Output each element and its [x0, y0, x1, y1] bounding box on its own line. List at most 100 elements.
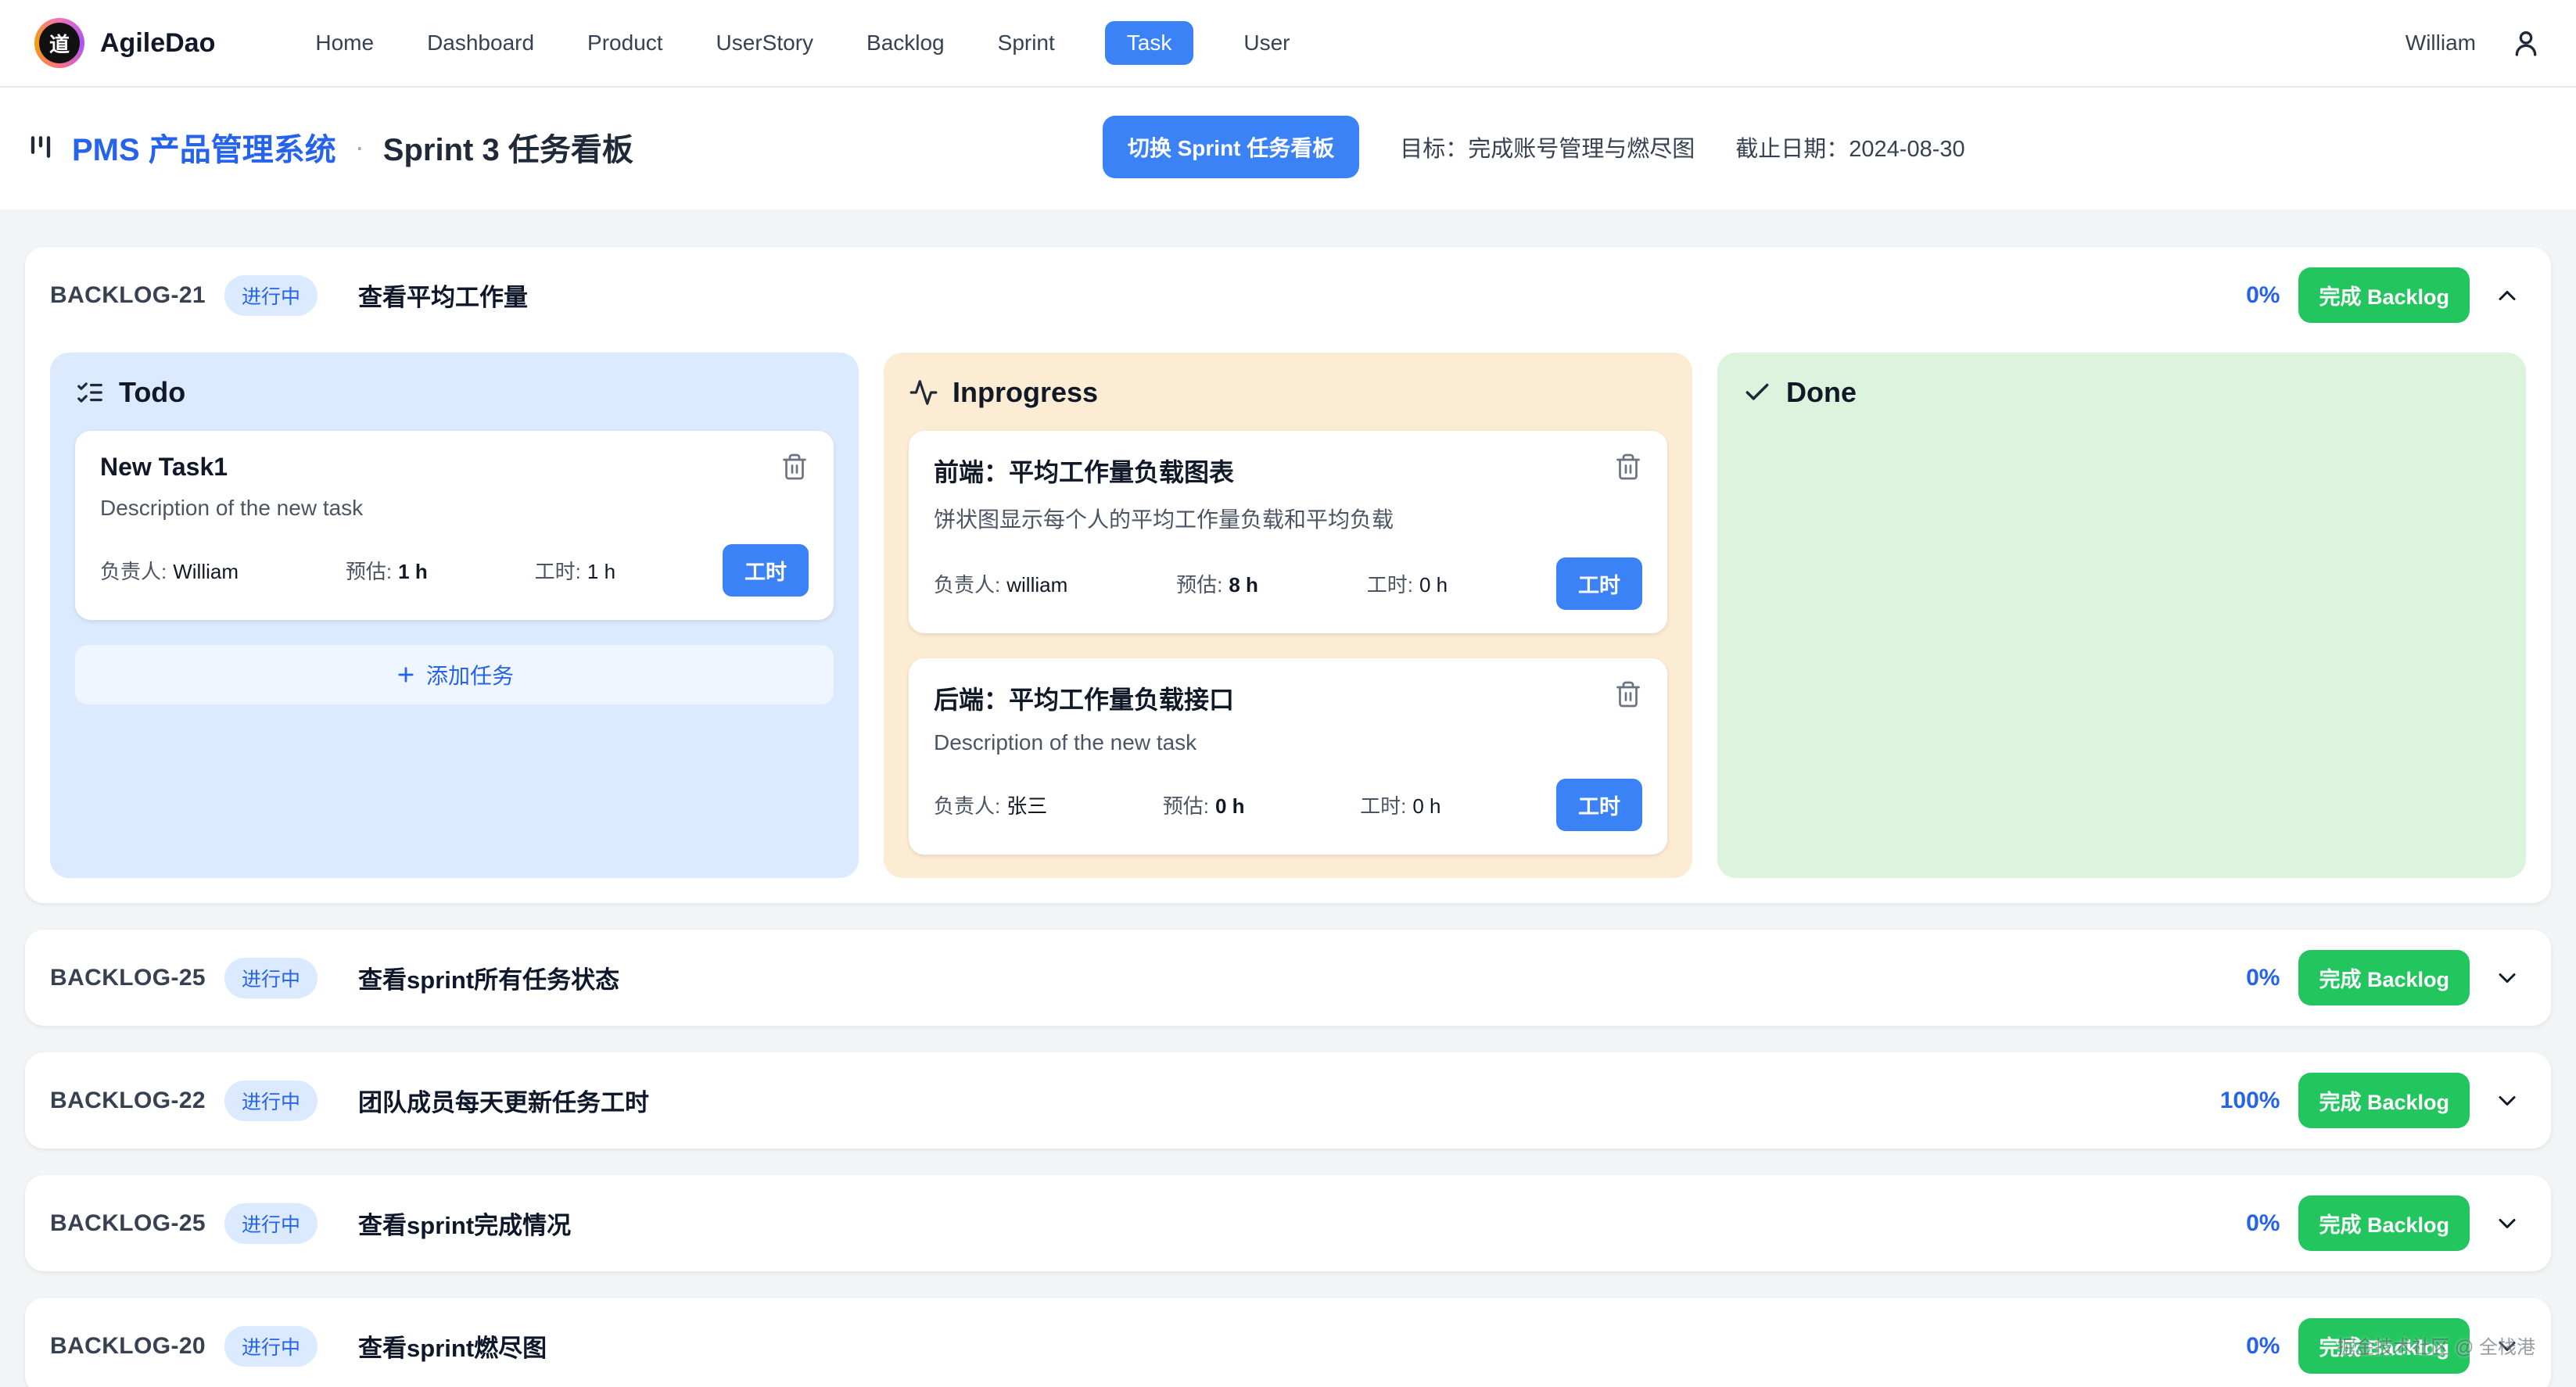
page: 道 AgileDao Home Dashboard Product UserSt…: [0, 0, 2576, 1387]
sprint-deadline-text: 截止日期：2024-08-30: [1735, 131, 1964, 163]
backlog-row[interactable]: BACKLOG-20 进行中 查看sprint燃尽图 0% 完成 Backlog: [25, 1298, 2551, 1387]
nav-item-dashboard[interactable]: Dashboard: [424, 21, 537, 65]
done-check-icon: [1742, 378, 1772, 407]
task-description: 饼状图显示每个人的平均工作量负载和平均负载: [934, 503, 1642, 534]
complete-backlog-button[interactable]: 完成 Backlog: [2298, 950, 2470, 1005]
switch-sprint-board-button[interactable]: 切换 Sprint 任务看板: [1103, 116, 1359, 178]
log-hours-button[interactable]: 工时: [1556, 779, 1642, 831]
progress-percent: 0%: [2246, 282, 2280, 309]
nav-item-userstory[interactable]: UserStory: [713, 21, 816, 65]
backlog-id: BACKLOG-25: [50, 965, 206, 991]
nav-item-backlog[interactable]: Backlog: [863, 21, 948, 65]
complete-backlog-button[interactable]: 完成 Backlog: [2298, 1195, 2470, 1251]
delete-task-icon[interactable]: [1614, 453, 1642, 481]
brand[interactable]: 道 AgileDao: [34, 18, 215, 68]
column-name: Todo: [119, 376, 185, 409]
watermark: 掘金技术社区 @ 全栈港: [2337, 1331, 2535, 1359]
kanban-board: Todo New Task1 Description of the new ta…: [25, 343, 2551, 903]
status-badge: 进行中: [224, 1081, 318, 1121]
task-assignee: 负责人:张三: [934, 790, 1047, 819]
main-content: BACKLOG-21 进行中 查看平均工作量 0% 完成 Backlog: [0, 210, 2576, 1387]
expand-chevron-down-icon[interactable]: [2488, 1082, 2526, 1120]
task-title: 前端：平均工作量负载图表: [934, 453, 1234, 489]
nav-item-home[interactable]: Home: [312, 21, 377, 65]
progress-percent: 0%: [2246, 1210, 2280, 1237]
brand-name: AgileDao: [100, 28, 215, 59]
task-title: 后端：平均工作量负载接口: [934, 680, 1234, 716]
backlog-title: 查看平均工作量: [358, 278, 528, 313]
task-assignee: 负责人:william: [934, 569, 1067, 598]
task-title: New Task1: [100, 453, 228, 482]
task-card[interactable]: New Task1 Description of the new task 负责…: [75, 431, 834, 620]
backlog-row[interactable]: BACKLOG-21 进行中 查看平均工作量 0% 完成 Backlog: [25, 247, 2551, 343]
backlog-title: 查看sprint所有任务状态: [358, 960, 619, 995]
backlog-card-collapsed: BACKLOG-20 进行中 查看sprint燃尽图 0% 完成 Backlog: [25, 1298, 2551, 1387]
column-name: Done: [1786, 376, 1857, 409]
complete-backlog-button[interactable]: 完成 Backlog: [2298, 1073, 2470, 1128]
column-inprogress: Inprogress 前端：平均工作量负载图表 饼状图显示每个人的平均工作量负载…: [884, 353, 1692, 878]
backlog-title: 团队成员每天更新任务工时: [358, 1083, 649, 1118]
progress-percent: 100%: [2220, 1088, 2280, 1114]
backlog-id: BACKLOG-21: [50, 282, 206, 309]
backlog-card-collapsed: BACKLOG-22 进行中 团队成员每天更新任务工时 100% 完成 Back…: [25, 1052, 2551, 1149]
expand-chevron-down-icon[interactable]: [2488, 1205, 2526, 1242]
sprint-goal-text: 目标：完成账号管理与燃尽图: [1400, 131, 1695, 163]
expand-chevron-down-icon[interactable]: [2488, 959, 2526, 997]
status-badge: 进行中: [224, 958, 318, 998]
title-separator: ·: [352, 131, 368, 163]
project-link[interactable]: PMS 产品管理系统: [72, 124, 336, 170]
task-description: Description of the new task: [934, 730, 1642, 755]
task-assignee: 负责人:William: [100, 556, 239, 585]
task-hours: 工时:1 h: [535, 556, 615, 585]
inprogress-activity-icon: [909, 378, 938, 407]
nav-item-product[interactable]: Product: [584, 21, 666, 65]
progress-percent: 0%: [2246, 1333, 2280, 1360]
todo-list-checks-icon: [75, 378, 105, 407]
delete-task-icon[interactable]: [1614, 680, 1642, 708]
backlog-row[interactable]: BACKLOG-25 进行中 查看sprint完成情况 0% 完成 Backlo…: [25, 1175, 2551, 1271]
log-hours-button[interactable]: 工时: [1556, 557, 1642, 610]
backlog-title: 查看sprint燃尽图: [358, 1328, 547, 1364]
backlog-id: BACKLOG-20: [50, 1333, 206, 1360]
backlog-card-collapsed: BACKLOG-25 进行中 查看sprint所有任务状态 0% 完成 Back…: [25, 930, 2551, 1026]
page-title-group: PMS 产品管理系统 · Sprint 3 任务看板: [25, 124, 633, 170]
nav-links: Home Dashboard Product UserStory Backlog…: [312, 21, 2405, 65]
nav-right: William: [2406, 27, 2542, 59]
nav-item-user[interactable]: User: [1240, 21, 1293, 65]
nav-item-task[interactable]: Task: [1105, 21, 1194, 65]
current-user-name: William: [2406, 30, 2476, 56]
backlog-card-expanded: BACKLOG-21 进行中 查看平均工作量 0% 完成 Backlog: [25, 247, 2551, 903]
task-estimate: 预估:1 h: [346, 556, 428, 585]
brand-logo-icon: 道: [34, 18, 84, 68]
plus-icon: [395, 664, 417, 686]
column-name: Inprogress: [953, 376, 1098, 409]
add-task-button[interactable]: 添加任务: [75, 645, 834, 704]
column-done: Done: [1717, 353, 2526, 878]
status-badge: 进行中: [224, 1203, 318, 1244]
task-hours: 工时:0 h: [1367, 569, 1448, 598]
collapse-chevron-up-icon[interactable]: [2488, 277, 2526, 314]
task-estimate: 预估:8 h: [1176, 569, 1258, 598]
task-description: Description of the new task: [100, 496, 809, 521]
sprint-info: 目标：完成账号管理与燃尽图 截止日期：2024-08-30: [1400, 131, 1964, 163]
log-hours-button[interactable]: 工时: [723, 544, 809, 597]
brand-logo-glyph: 道: [39, 23, 80, 63]
delete-task-icon[interactable]: [780, 453, 809, 481]
board-title: Sprint 3 任务看板: [383, 124, 633, 170]
status-badge: 进行中: [224, 1326, 318, 1367]
backlog-row[interactable]: BACKLOG-25 进行中 查看sprint所有任务状态 0% 完成 Back…: [25, 930, 2551, 1026]
backlog-id: BACKLOG-25: [50, 1210, 206, 1237]
backlog-row[interactable]: BACKLOG-22 进行中 团队成员每天更新任务工时 100% 完成 Back…: [25, 1052, 2551, 1149]
task-card[interactable]: 前端：平均工作量负载图表 饼状图显示每个人的平均工作量负载和平均负载 负责人:w…: [909, 431, 1667, 633]
complete-backlog-button[interactable]: 完成 Backlog: [2298, 267, 2470, 323]
top-nav: 道 AgileDao Home Dashboard Product UserSt…: [0, 0, 2576, 88]
page-header: PMS 产品管理系统 · Sprint 3 任务看板 切换 Sprint 任务看…: [0, 88, 2576, 210]
kanban-board-icon: [25, 131, 56, 163]
user-profile-icon[interactable]: [2510, 27, 2542, 59]
backlog-title: 查看sprint完成情况: [358, 1206, 571, 1241]
progress-percent: 0%: [2246, 965, 2280, 991]
backlog-id: BACKLOG-22: [50, 1088, 206, 1114]
nav-item-sprint[interactable]: Sprint: [995, 21, 1058, 65]
task-card[interactable]: 后端：平均工作量负载接口 Description of the new task…: [909, 658, 1667, 855]
task-estimate: 预估:0 h: [1163, 790, 1245, 819]
